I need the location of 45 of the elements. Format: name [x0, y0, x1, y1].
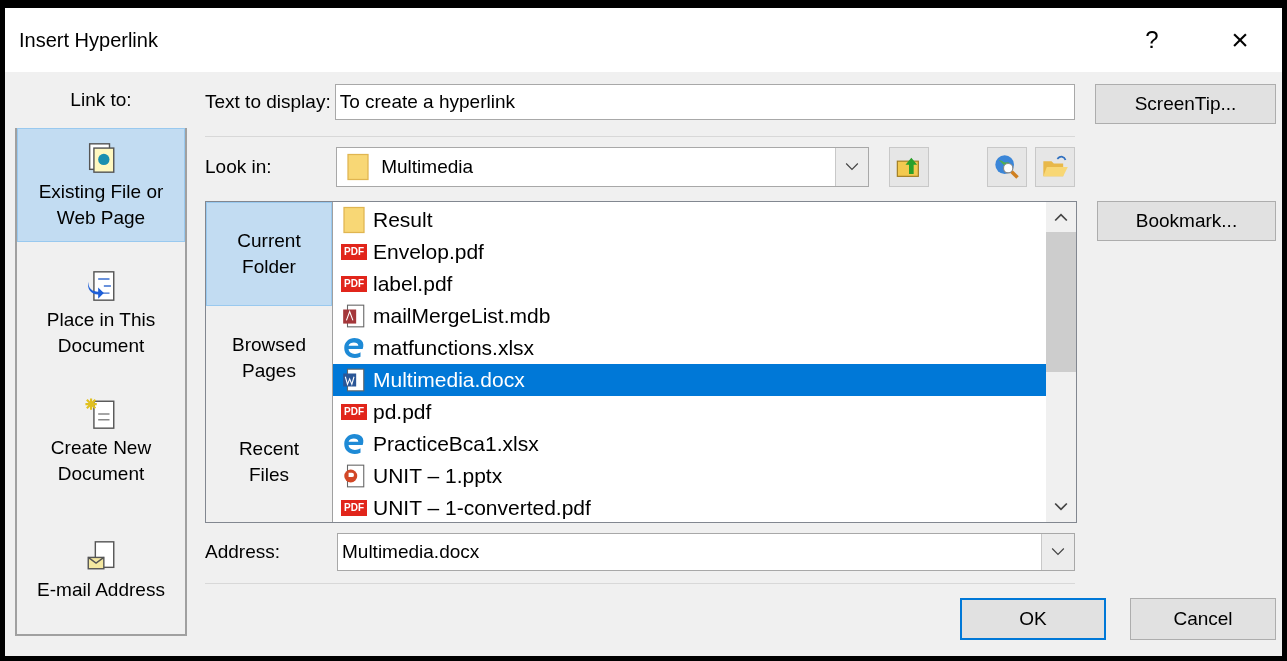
scroll-up-icon[interactable]	[1054, 212, 1068, 222]
link-to-label: Link to:	[69, 88, 133, 112]
address-label: Address:	[205, 541, 281, 563]
browse-web-button[interactable]	[987, 147, 1027, 187]
close-button[interactable]: ×	[1210, 15, 1270, 65]
help-button[interactable]: ?	[1122, 15, 1182, 65]
link-type-button[interactable]: Place in This Document	[17, 256, 185, 370]
look-in-label: Look in:	[205, 156, 273, 178]
file-row[interactable]: PDF Envelop.pdf	[333, 236, 1046, 268]
folder-icon	[345, 152, 372, 182]
bookmark-button[interactable]: Bookmark...	[1097, 201, 1276, 241]
chevron-down-icon	[845, 162, 859, 172]
scroll-down-icon[interactable]	[1054, 502, 1068, 512]
browse-tab[interactable]: Current Folder	[206, 202, 332, 306]
browse-tab[interactable]: Recent Files	[206, 410, 332, 514]
file-row[interactable]: Multimedia.docx	[333, 364, 1046, 396]
pdf-icon: PDF	[341, 276, 367, 292]
scrollbar[interactable]	[1046, 202, 1076, 522]
file-row[interactable]: mailMergeList.mdb	[333, 300, 1046, 332]
file-row[interactable]: PDF label.pdf	[333, 268, 1046, 300]
ok-button[interactable]: OK	[960, 598, 1106, 640]
file-row[interactable]: PracticeBca1.xlsx	[333, 428, 1046, 460]
file-row[interactable]: Result	[333, 204, 1046, 236]
folder-icon	[341, 205, 367, 235]
cancel-button[interactable]: Cancel	[1130, 598, 1276, 640]
pdf-icon: PDF	[341, 244, 367, 260]
address-field[interactable]: Multimedia.docx	[337, 533, 1075, 571]
file-row[interactable]: UNIT – 1.pptx	[333, 460, 1046, 492]
link-type-button[interactable]: Existing File or Web Page	[17, 128, 185, 242]
file-row[interactable]: PDF UNIT – 1-converted.pdf	[333, 492, 1046, 524]
pdf-icon: PDF	[341, 500, 367, 516]
up-folder-button[interactable]	[889, 147, 929, 187]
link-type-button[interactable]: E-mail Address	[17, 526, 185, 614]
pdf-icon: PDF	[341, 404, 367, 420]
file-row[interactable]: PDF pd.pdf	[333, 396, 1046, 428]
link-type-button[interactable]: Create New Document	[17, 384, 185, 498]
globe-magnifier-icon	[993, 153, 1021, 181]
browse-tab[interactable]: Browsed Pages	[206, 306, 332, 410]
look-in-dropdown[interactable]: Multimedia	[336, 147, 869, 187]
file-row[interactable]: matfunctions.xlsx	[333, 332, 1046, 364]
window-title: Insert Hyperlink	[19, 28, 159, 52]
text-to-display-field[interactable]: To create a hyperlink	[334, 84, 1075, 120]
screentip-button[interactable]: ScreenTip...	[1095, 84, 1276, 124]
text-to-display-label: Text to display:	[205, 91, 331, 113]
chevron-down-icon	[1051, 547, 1065, 557]
